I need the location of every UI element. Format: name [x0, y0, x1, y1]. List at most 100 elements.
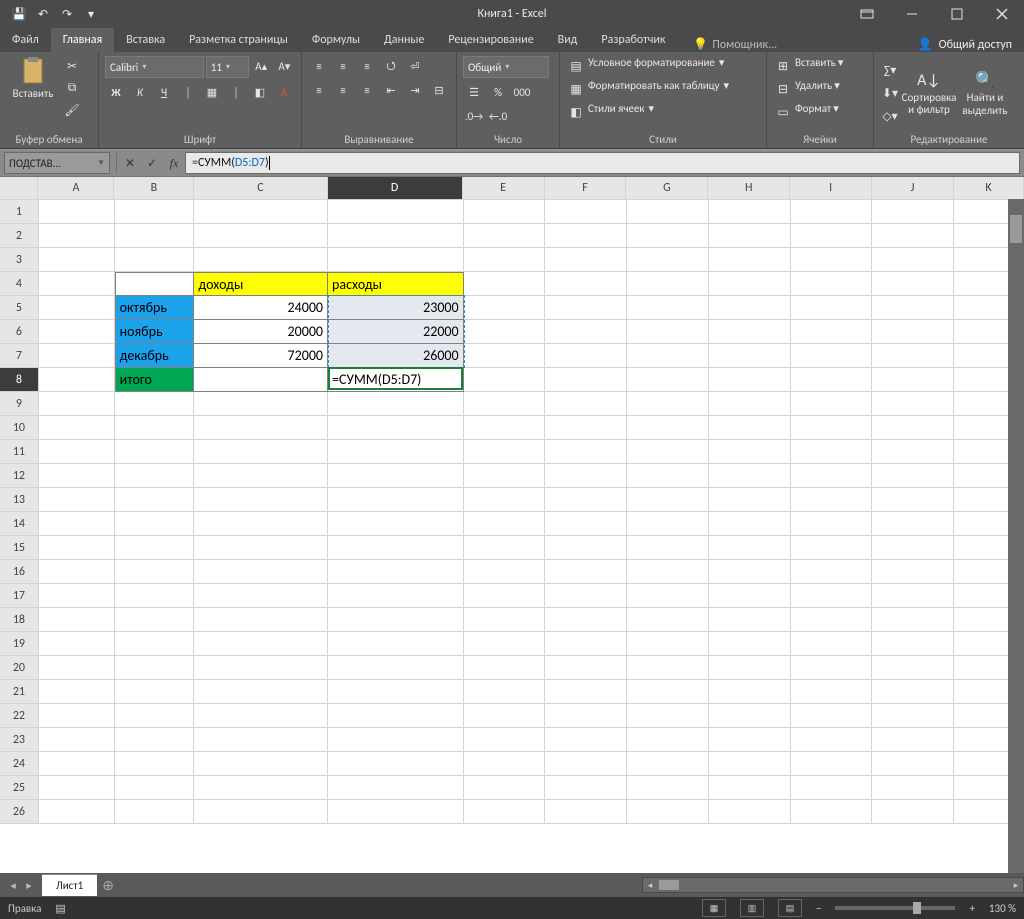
cell-C7[interactable]: 72000	[194, 344, 328, 368]
scrollbar-thumb[interactable]	[659, 880, 679, 890]
cell-D18[interactable]	[328, 608, 464, 632]
cell-D22[interactable]	[328, 704, 464, 728]
cell-F3[interactable]	[545, 248, 627, 272]
decrease-decimal-icon[interactable]: ←.0	[487, 106, 509, 126]
cell-A10[interactable]	[39, 416, 115, 440]
cell-J10[interactable]	[872, 416, 954, 440]
cancel-formula-icon[interactable]: ✕	[119, 153, 141, 173]
cell-H11[interactable]	[709, 440, 791, 464]
cell-J7[interactable]	[872, 344, 954, 368]
conditional-formatting-button[interactable]: ▤Условное форматирование▾	[566, 56, 760, 76]
find-select-button[interactable]: 🔍 Найти и выделить	[958, 70, 1012, 116]
add-sheet-icon[interactable]: ⊕	[97, 877, 119, 894]
cell-A12[interactable]	[39, 464, 115, 488]
cell-C15[interactable]	[194, 536, 328, 560]
cell-A26[interactable]	[39, 800, 115, 824]
cell-F7[interactable]	[545, 344, 627, 368]
redo-icon[interactable]: ↷	[56, 3, 78, 25]
comma-icon[interactable]: 000	[511, 82, 533, 102]
cell-H23[interactable]	[709, 728, 791, 752]
delete-cells-button[interactable]: ⊟Удалить▾	[773, 79, 867, 99]
cell-J21[interactable]	[872, 680, 954, 704]
cell-H9[interactable]	[709, 392, 791, 416]
formula-input[interactable]: =СУММ(D5:D7)	[185, 152, 1020, 174]
row-header-12[interactable]: 12	[0, 464, 39, 488]
cell-B8[interactable]: итого	[115, 368, 195, 392]
cell-D3[interactable]	[328, 248, 464, 272]
cell-A14[interactable]	[39, 512, 115, 536]
row-header-18[interactable]: 18	[0, 608, 39, 632]
row-header-25[interactable]: 25	[0, 776, 39, 800]
cell-F24[interactable]	[545, 752, 627, 776]
cell-D16[interactable]	[328, 560, 464, 584]
cell-F10[interactable]	[545, 416, 627, 440]
cell-A9[interactable]	[39, 392, 115, 416]
cell-G20[interactable]	[627, 656, 709, 680]
increase-font-icon[interactable]: A▴	[251, 56, 272, 76]
cell-A2[interactable]	[39, 224, 115, 248]
normal-view-icon[interactable]: ▦	[702, 899, 726, 917]
cell-E11[interactable]	[464, 440, 546, 464]
fill-color-icon[interactable]: ◧	[249, 82, 271, 102]
cell-G7[interactable]	[627, 344, 709, 368]
cell-F13[interactable]	[545, 488, 627, 512]
cell-C24[interactable]	[194, 752, 328, 776]
cell-E21[interactable]	[464, 680, 546, 704]
cell-J16[interactable]	[872, 560, 954, 584]
copy-icon[interactable]: ⧉	[62, 78, 82, 98]
cell-F2[interactable]	[545, 224, 627, 248]
cell-D20[interactable]	[328, 656, 464, 680]
row-header-24[interactable]: 24	[0, 752, 39, 776]
row-header-3[interactable]: 3	[0, 248, 39, 272]
cell-G25[interactable]	[627, 776, 709, 800]
cell-G23[interactable]	[627, 728, 709, 752]
zoom-in-icon[interactable]: +	[969, 902, 974, 915]
cell-E22[interactable]	[464, 704, 546, 728]
save-icon[interactable]: 💾	[8, 3, 30, 25]
cell-E16[interactable]	[464, 560, 546, 584]
cell-H12[interactable]	[709, 464, 791, 488]
fill-icon[interactable]: ⬇▾	[880, 84, 900, 104]
cell-G15[interactable]	[627, 536, 709, 560]
cell-F11[interactable]	[545, 440, 627, 464]
cell-J19[interactable]	[872, 632, 954, 656]
zoom-knob[interactable]	[913, 902, 921, 914]
tab-файл[interactable]: Файл	[0, 28, 51, 52]
column-header-I[interactable]: I	[790, 177, 872, 199]
cell-E1[interactable]	[464, 200, 546, 224]
tab-главная[interactable]: Главная	[51, 28, 114, 52]
row-header-6[interactable]: 6	[0, 320, 39, 344]
cell-C3[interactable]	[194, 248, 328, 272]
cell-J15[interactable]	[872, 536, 954, 560]
cell-C17[interactable]	[194, 584, 328, 608]
cell-J24[interactable]	[872, 752, 954, 776]
cell-I21[interactable]	[791, 680, 873, 704]
tell-me[interactable]: 💡Помощник...	[685, 37, 785, 52]
cell-G19[interactable]	[627, 632, 709, 656]
cut-icon[interactable]: ✂	[62, 56, 82, 76]
cell-H26[interactable]	[709, 800, 791, 824]
cell-G13[interactable]	[627, 488, 709, 512]
cell-G6[interactable]	[627, 320, 709, 344]
cell-D13[interactable]	[328, 488, 464, 512]
cell-B24[interactable]	[115, 752, 195, 776]
horizontal-scrollbar[interactable]: ◂ ▸	[642, 877, 1024, 893]
cell-I18[interactable]	[791, 608, 873, 632]
cell-G2[interactable]	[627, 224, 709, 248]
cell-A8[interactable]	[39, 368, 115, 392]
cell-E5[interactable]	[464, 296, 546, 320]
cell-H1[interactable]	[709, 200, 791, 224]
cell-G1[interactable]	[627, 200, 709, 224]
cell-D5[interactable]: 23000	[328, 296, 464, 320]
cell-G24[interactable]	[627, 752, 709, 776]
cell-F23[interactable]	[545, 728, 627, 752]
cell-J6[interactable]	[872, 320, 954, 344]
cell-H7[interactable]	[709, 344, 791, 368]
cell-J22[interactable]	[872, 704, 954, 728]
row-header-11[interactable]: 11	[0, 440, 39, 464]
cell-A4[interactable]	[39, 272, 115, 296]
tab-вид[interactable]: Вид	[546, 28, 590, 52]
merge-icon[interactable]: ⊟	[428, 80, 450, 100]
cell-C25[interactable]	[194, 776, 328, 800]
column-header-C[interactable]: C	[194, 177, 327, 199]
